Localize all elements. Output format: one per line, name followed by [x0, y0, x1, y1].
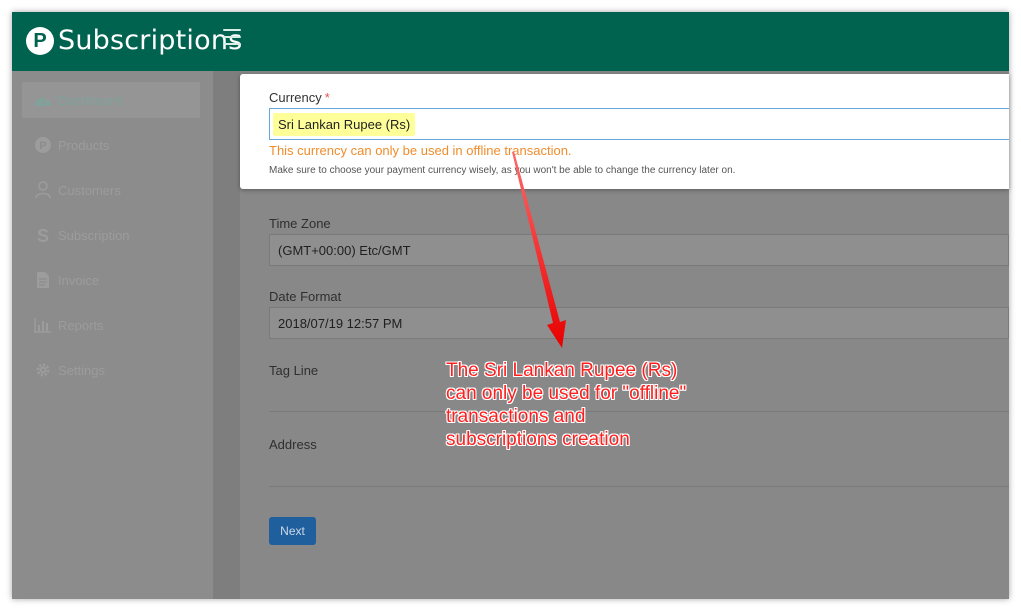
- sidebar-item-label: Settings: [58, 362, 105, 378]
- sidebar-item-label: Products: [58, 137, 110, 153]
- date-format-value: 2018/07/19 12:57 PM: [278, 315, 403, 331]
- annotation-text: The Sri Lankan Rupee (Rs) can only be us…: [446, 359, 746, 451]
- currency-select[interactable]: Sri Lankan Rupee (Rs): [269, 108, 1009, 140]
- annotation-line: The Sri Lankan Rupee (Rs): [446, 360, 678, 381]
- brand[interactable]: P Subscriptions: [26, 25, 242, 56]
- sidebar-item-label: Invoice: [58, 272, 100, 288]
- currency-help-text: Make sure to choose your payment currenc…: [269, 165, 736, 176]
- gear-icon: [34, 361, 52, 379]
- sidebar-item-label: Subscription: [58, 227, 130, 243]
- sidebar-item-label: Dashboard: [58, 92, 122, 108]
- sidebar-item-settings[interactable]: Settings: [22, 352, 200, 388]
- currency-field-card: Currency * Sri Lankan Rupee (Rs) This cur…: [240, 74, 1009, 189]
- sidebar-item-products[interactable]: P Products: [22, 127, 200, 163]
- sidebar-item-reports[interactable]: Reports: [22, 307, 200, 343]
- next-button[interactable]: Next: [269, 517, 316, 545]
- sidebar-item-label: Reports: [58, 317, 104, 333]
- document-icon: [34, 271, 52, 289]
- currency-label-text: Currency: [269, 90, 322, 105]
- sidebar-item-subscription[interactable]: S Subscription: [22, 217, 200, 253]
- currency-value: Sri Lankan Rupee (Rs): [273, 112, 416, 136]
- top-bar: P Subscriptions: [12, 12, 1009, 71]
- user-icon: [34, 181, 52, 199]
- hamburger-menu-icon[interactable]: [223, 29, 241, 45]
- required-mark: *: [324, 90, 330, 105]
- annotation-line: can only be used for "offline": [446, 383, 687, 404]
- sidebar-item-dashboard[interactable]: Dashboard: [22, 82, 200, 118]
- sidebar-item-label: Customers: [58, 182, 121, 198]
- dashboard-icon: [34, 91, 52, 109]
- sidebar-item-customers[interactable]: Customers: [22, 172, 200, 208]
- subscription-s-icon: S: [34, 226, 52, 244]
- logo-icon: P: [26, 26, 54, 55]
- annotation-line: transactions and: [446, 406, 586, 427]
- sidebar: Dashboard P Products Customers S Subscri…: [12, 71, 213, 599]
- svg-text:P: P: [39, 140, 46, 152]
- currency-warning: This currency can only be used in offlin…: [269, 143, 572, 158]
- date-format-select[interactable]: 2018/07/19 12:57 PM: [269, 307, 1009, 339]
- svg-text:S: S: [37, 226, 49, 244]
- address-label: Address: [269, 437, 317, 452]
- app-name: Subscriptions: [58, 25, 243, 56]
- address-input[interactable]: [269, 486, 1009, 487]
- date-format-label: Date Format: [269, 289, 342, 304]
- timezone-value: (GMT+00:00) Etc/GMT: [278, 242, 411, 258]
- tag-line-label: Tag Line: [269, 363, 319, 378]
- annotation-line: subscriptions creation: [446, 429, 630, 450]
- bar-chart-icon: [34, 316, 52, 334]
- timezone-label: Time Zone: [269, 216, 331, 231]
- timezone-select[interactable]: (GMT+00:00) Etc/GMT: [269, 234, 1009, 266]
- products-p-icon: P: [34, 136, 52, 154]
- currency-label: Currency *: [269, 90, 330, 105]
- sidebar-item-invoice[interactable]: Invoice: [22, 262, 200, 298]
